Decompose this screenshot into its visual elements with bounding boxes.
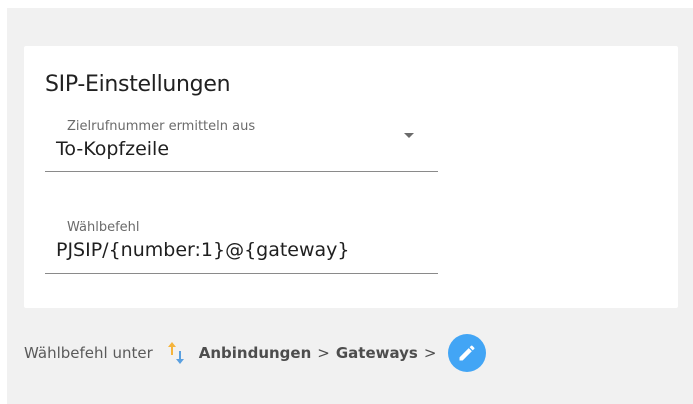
section-title: SIP-Einstellungen	[45, 72, 231, 97]
breadcrumb-anbindungen: Anbindungen	[198, 344, 312, 362]
destination-value[interactable]: To-Kopfzeile	[56, 138, 169, 160]
pencil-edit-icon	[448, 334, 487, 372]
hint-prefix: Wählbefehl unter	[24, 344, 153, 362]
breadcrumb-separator: >	[423, 344, 437, 362]
breadcrumb-separator: >	[317, 344, 330, 362]
page-background: SIP-Einstellungen Zielrufnummer ermittel…	[7, 8, 693, 404]
destination-select[interactable]: Zielrufnummer ermitteln aus To-Kopfzeile	[45, 111, 438, 172]
dial-command-value[interactable]: PJSIP/{number:1}@{gateway}	[56, 239, 350, 261]
sort-arrows-icon	[165, 340, 187, 366]
sip-settings-card: SIP-Einstellungen Zielrufnummer ermittel…	[24, 46, 678, 308]
breadcrumb-gateways: Gateways	[335, 344, 418, 362]
dial-command-field[interactable]: Wählbefehl PJSIP/{number:1}@{gateway}	[45, 212, 438, 274]
arrow-drop-down-icon[interactable]	[404, 133, 414, 138]
hint-text: Wählbefehl unter Anbindungen > Gateways …	[24, 334, 487, 372]
destination-label: Zielrufnummer ermitteln aus	[67, 119, 256, 134]
dial-command-label: Wählbefehl	[67, 220, 140, 235]
